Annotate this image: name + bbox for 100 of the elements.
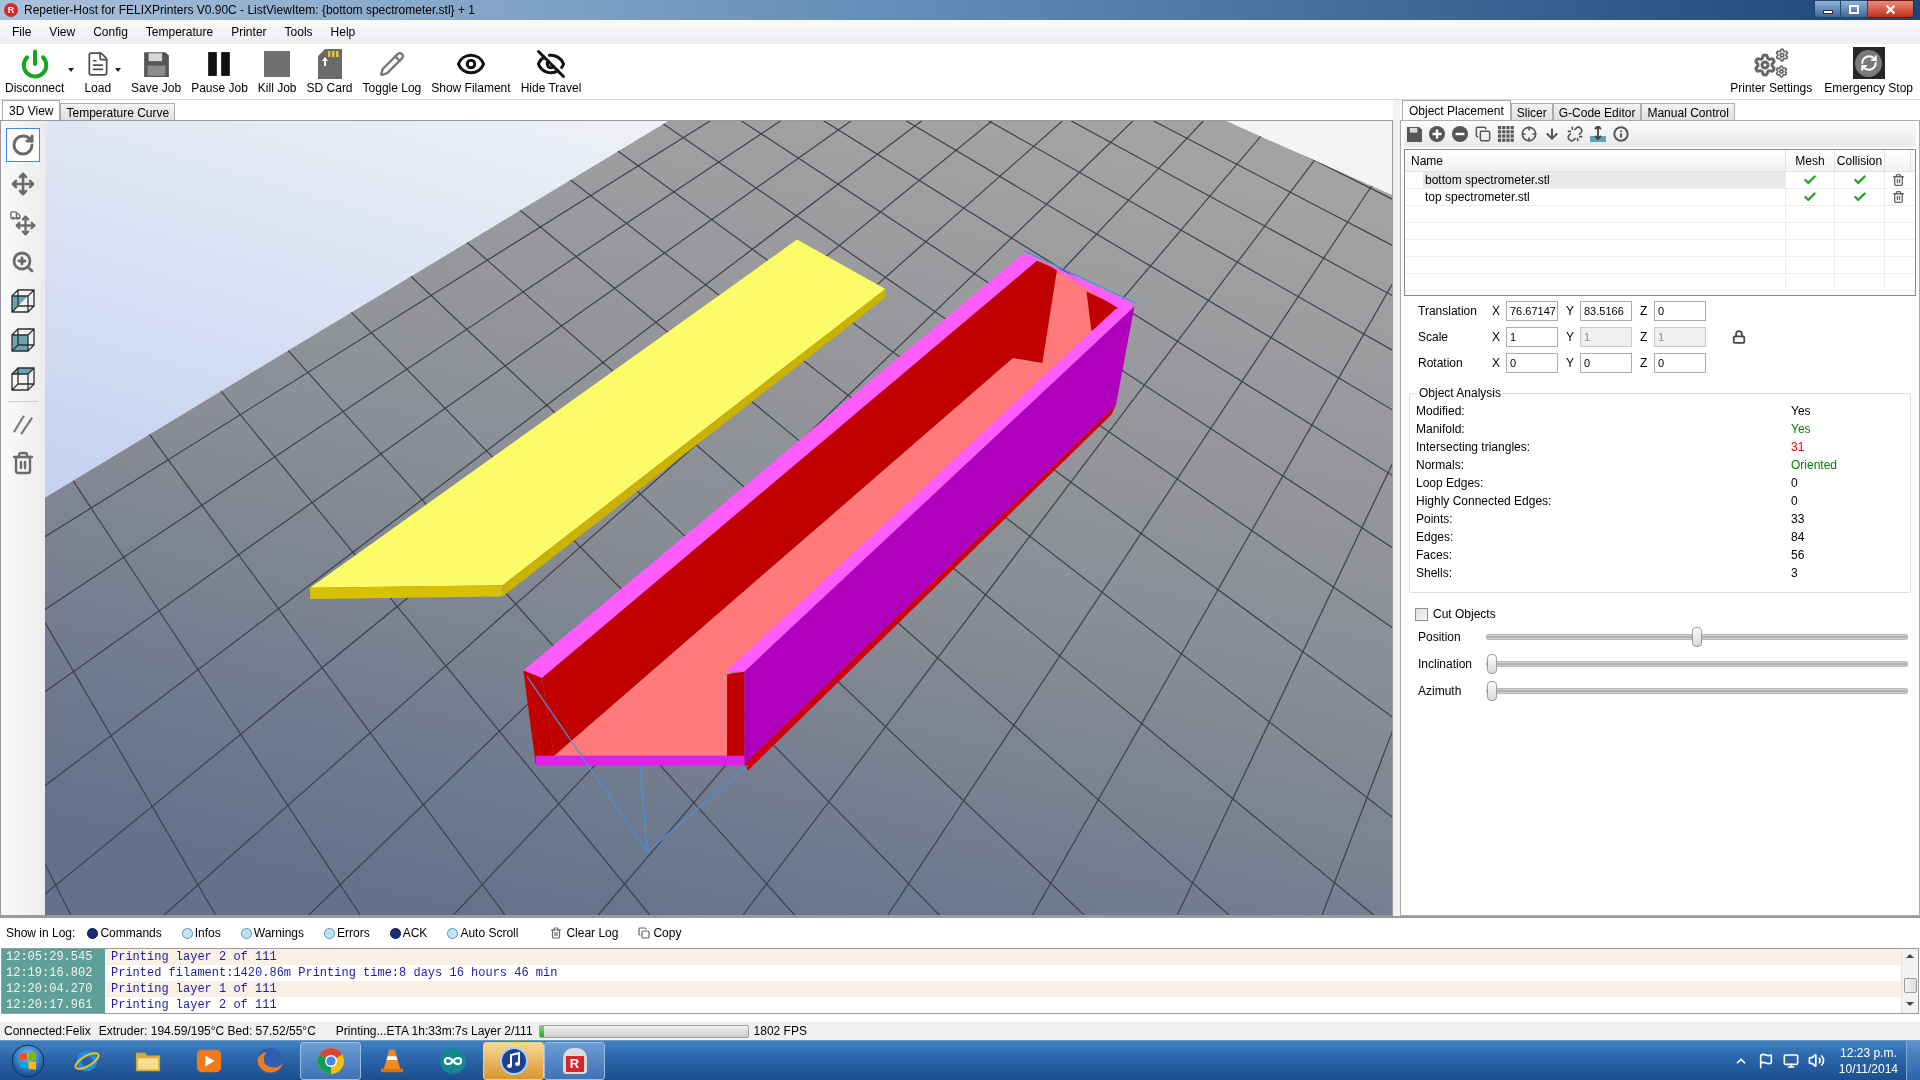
log-filter-toggle[interactable]: Infos: [181, 924, 221, 942]
text-field[interactable]: 0: [1506, 353, 1558, 373]
restore-button[interactable]: [1841, 0, 1868, 18]
zoom-in-icon: [11, 250, 35, 274]
info-icon: [1613, 126, 1629, 142]
lock-icon[interactable]: [1732, 330, 1746, 344]
taskbar-button[interactable]: R: [544, 1041, 605, 1080]
object-tool-button[interactable]: [1406, 126, 1422, 142]
toolbar-button[interactable]: Disconnect: [2, 44, 78, 99]
object-tool-button[interactable]: [1544, 126, 1560, 142]
clock[interactable]: 12:23 p.m. 10/11/2014: [1838, 1044, 1898, 1077]
object-tool-button[interactable]: [1613, 126, 1629, 142]
gears-icon: [1753, 48, 1790, 78]
move-arrows-icon: [11, 172, 35, 196]
tab[interactable]: G-Code Editor: [1552, 103, 1642, 120]
text-field[interactable]: 1: [1506, 327, 1558, 347]
segmented-circle-icon: [316, 1046, 345, 1075]
clear-log-button[interactable]: Clear Log: [550, 924, 619, 942]
minimize-button[interactable]: [1814, 0, 1841, 18]
minus-circle-icon: [1452, 126, 1468, 142]
analysis-value: Yes: [1791, 421, 1811, 438]
checkbox[interactable]: [1415, 607, 1428, 621]
toolbar-button[interactable]: Hide Travel: [517, 44, 585, 99]
close-button[interactable]: [1868, 0, 1914, 18]
column-header: Mesh: [1786, 150, 1835, 171]
toolbar-button[interactable]: Printer Settings: [1727, 44, 1816, 99]
slider-label: Position: [1417, 628, 1462, 646]
log-filter-label: Show in Log:: [6, 925, 76, 942]
log-filter-toggle[interactable]: Warnings: [240, 924, 304, 942]
object-tool-button[interactable]: [1521, 126, 1537, 142]
tab[interactable]: 3D View: [2, 100, 61, 120]
log-timestamp: 12:20:04.270: [2, 981, 105, 997]
log-timestamp: 12:19:16.802: [2, 965, 105, 981]
analysis-value: Oriented: [1791, 457, 1838, 474]
object-tool-button[interactable]: [1567, 126, 1583, 142]
toolbar-button[interactable]: Kill Job: [254, 44, 300, 99]
parallel-lines-icon: [12, 413, 34, 435]
text-field[interactable]: 0: [1654, 301, 1706, 321]
axis-label: Y: [1566, 329, 1575, 346]
log-filter-toggle[interactable]: Commands: [87, 924, 162, 942]
cube-diagonal-icon: [10, 288, 36, 314]
menu-item[interactable]: Config: [84, 22, 137, 42]
table-cell[interactable]: top spectrometer.stl: [1423, 189, 1785, 205]
toolbar-button[interactable]: Load: [81, 44, 125, 99]
object-tool-button[interactable]: [1498, 126, 1514, 142]
tab[interactable]: Slicer: [1510, 103, 1553, 120]
log-filter-toggle[interactable]: ACK: [389, 924, 428, 942]
copy-button[interactable]: Copy: [638, 924, 682, 942]
scrollbar[interactable]: [1901, 949, 1918, 1013]
group-title: Object Analysis: [1418, 385, 1503, 402]
scroll-down-arrow-icon: [1906, 1002, 1914, 1006]
speaker-icon[interactable]: [1807, 1052, 1825, 1069]
network-icon[interactable]: [1782, 1052, 1799, 1069]
scrollbar-thumb[interactable]: [1903, 978, 1917, 993]
menu-item[interactable]: Tools: [275, 22, 322, 42]
table-cell[interactable]: bottom spectrometer.stl: [1423, 172, 1785, 188]
analysis-label: Manifold:: [1416, 421, 1466, 438]
log-filter-toggle[interactable]: Auto Scroll: [447, 924, 519, 942]
toolbar-button[interactable]: Save Job: [128, 44, 185, 99]
tab[interactable]: Object Placement: [1402, 100, 1511, 120]
text-field[interactable]: 0: [1580, 353, 1632, 373]
rotate-icon: [11, 133, 35, 157]
trash-icon[interactable]: [1891, 173, 1905, 187]
tab[interactable]: Manual Control: [1641, 103, 1735, 120]
menu-item[interactable]: View: [40, 22, 85, 42]
text-field[interactable]: 76.67147: [1506, 301, 1558, 321]
circular-arrows-icon: [1852, 47, 1885, 79]
menu-item[interactable]: File: [3, 22, 41, 42]
toolbar-button[interactable]: Show Filament: [428, 44, 514, 99]
analysis-value: 84: [1791, 529, 1805, 546]
toolbar-button[interactable]: Pause Job: [188, 44, 251, 99]
menu-item[interactable]: Help: [321, 22, 365, 42]
text-field[interactable]: 0: [1654, 353, 1706, 373]
power-icon: [19, 49, 50, 79]
object-tool-button[interactable]: [1429, 126, 1445, 142]
object-tool-button[interactable]: [1590, 126, 1606, 142]
object-tool-button[interactable]: [1452, 126, 1468, 142]
object-tool-button[interactable]: [1475, 126, 1491, 142]
log-filter-toggle[interactable]: Errors: [324, 924, 370, 942]
checkbox-label: Cut Objects: [1433, 606, 1496, 623]
menu-item[interactable]: Temperature: [136, 22, 223, 42]
trash-icon[interactable]: [1891, 190, 1905, 204]
flag-icon[interactable]: [1757, 1052, 1774, 1069]
analysis-value: 33: [1791, 511, 1805, 528]
crescent-globe-icon: [255, 1046, 284, 1075]
tab[interactable]: Temperature Curve: [60, 103, 176, 120]
slider-thumb[interactable]: [1487, 680, 1497, 701]
close-icon: [1884, 2, 1897, 16]
app-logo: R: [4, 3, 18, 17]
slider-thumb[interactable]: [1487, 653, 1497, 674]
toolbar-button[interactable]: SD Card: [303, 44, 356, 99]
taskbar-button[interactable]: [483, 1041, 544, 1080]
log-message: Printing layer 2 of 111: [110, 949, 277, 965]
toolbar-button[interactable]: Emergency Stop: [1821, 44, 1916, 99]
log-message: Printing layer 1 of 111: [110, 981, 277, 997]
menu-item[interactable]: Printer: [222, 22, 276, 42]
analysis-label: Highly Connected Edges:: [1416, 493, 1553, 510]
text-field[interactable]: 83.5166: [1580, 301, 1632, 321]
slider-thumb[interactable]: [1692, 626, 1702, 647]
toolbar-button[interactable]: Toggle Log: [359, 44, 425, 99]
